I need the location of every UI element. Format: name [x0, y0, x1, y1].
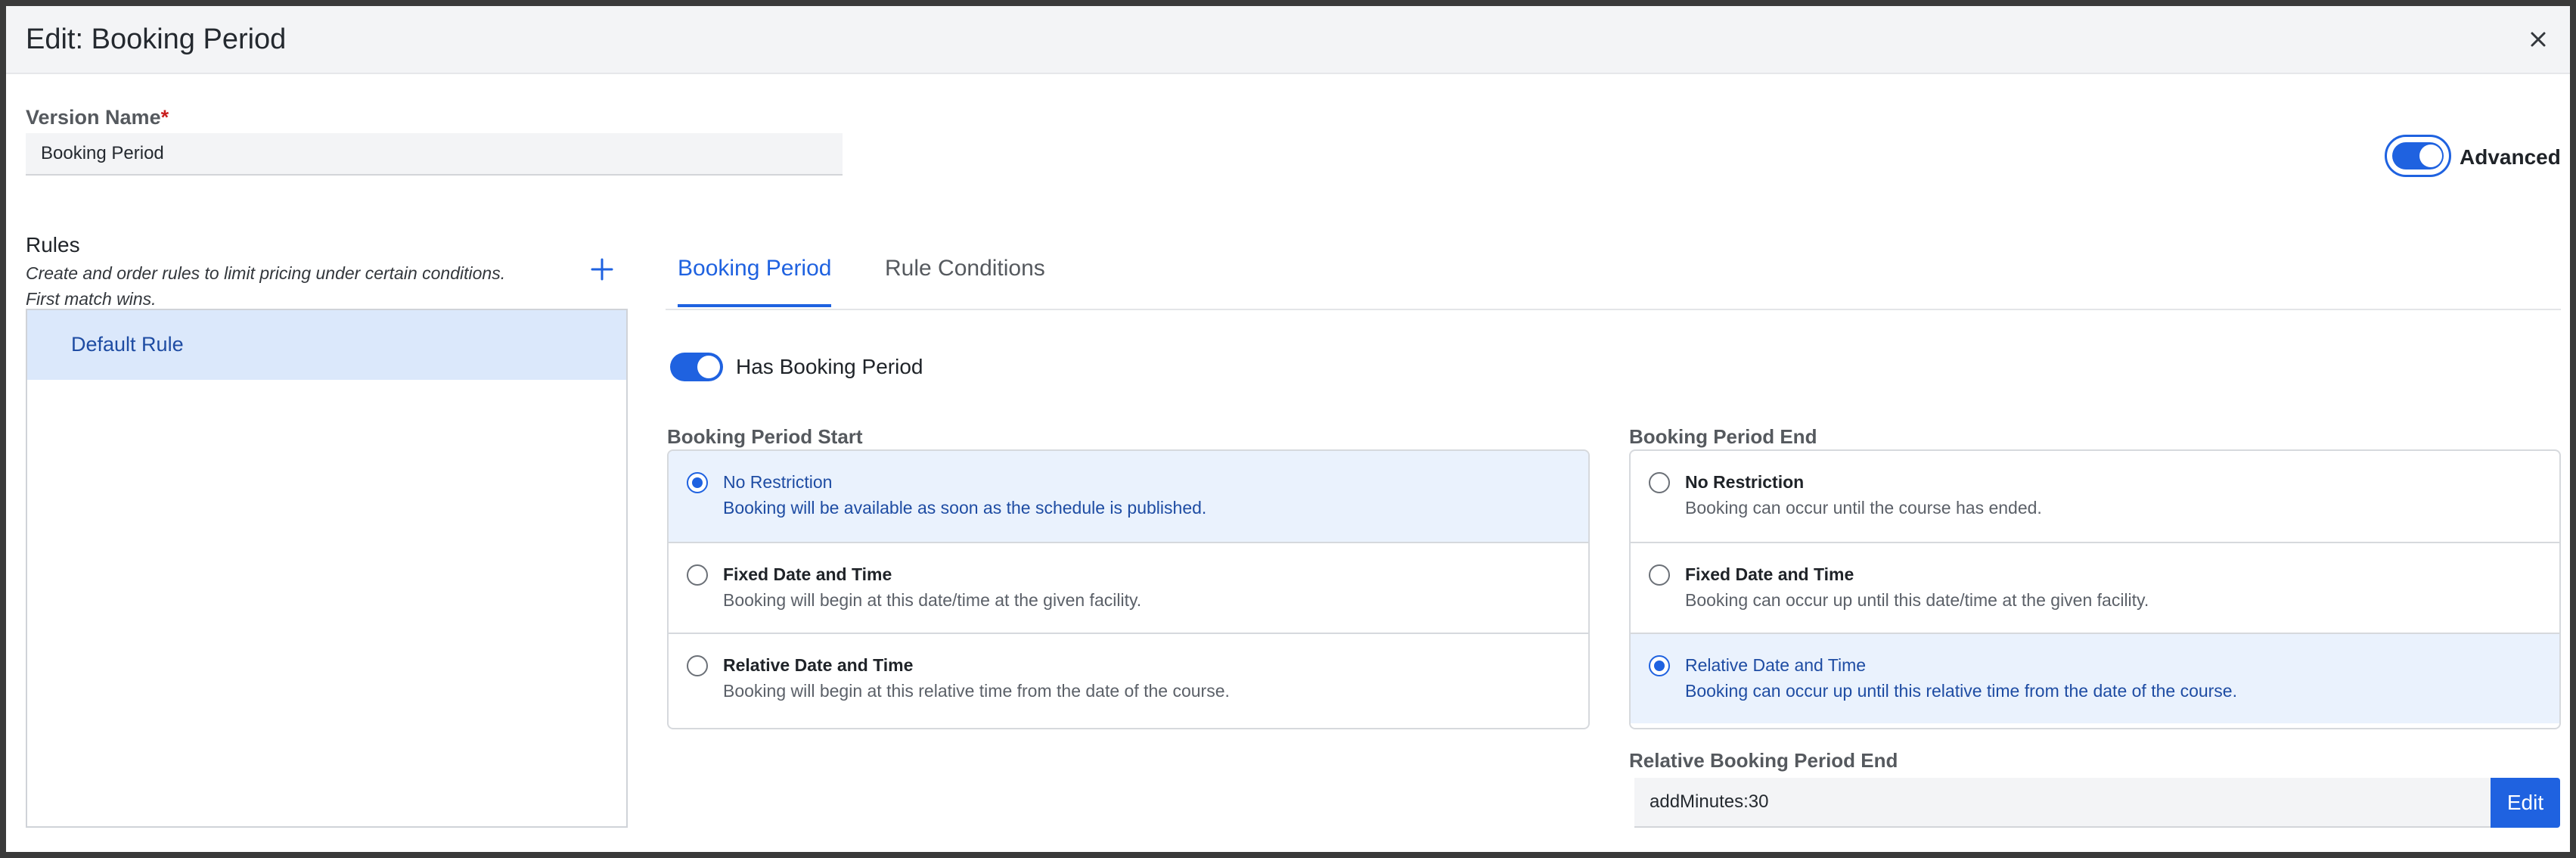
advanced-toggle[interactable] [2385, 135, 2451, 177]
start-option-no-restriction[interactable]: No Restriction Booking will be available… [669, 451, 1588, 542]
radio-selected[interactable] [687, 472, 708, 493]
has-booking-period-toggle[interactable] [670, 353, 723, 381]
option-description: Booking will begin at this relative time… [723, 681, 1230, 701]
option-title: Fixed Date and Time [723, 564, 892, 584]
rules-title: Rules [26, 233, 80, 256]
modal-header: Edit: Booking Period [6, 6, 2570, 74]
relative-end-input[interactable] [1634, 778, 2491, 828]
end-group-title: Booking Period End [1629, 425, 1817, 448]
radio-unselected[interactable] [1649, 564, 1670, 586]
radio-unselected[interactable] [1649, 472, 1670, 493]
plus-icon [591, 258, 613, 281]
start-option-relative[interactable]: Relative Date and Time Booking will begi… [669, 633, 1588, 723]
end-option-fixed[interactable]: Fixed Date and Time Booking can occur up… [1631, 542, 2559, 633]
radio-unselected[interactable] [687, 564, 708, 586]
option-title: Relative Date and Time [723, 655, 914, 675]
option-description: Booking will begin at this date/time at … [723, 590, 1142, 610]
advanced-label: Advanced [2460, 145, 2561, 169]
rules-list: Default Rule [26, 309, 628, 828]
option-title: No Restriction [1685, 472, 1805, 492]
start-group-title: Booking Period Start [667, 425, 863, 448]
option-title: No Restriction [723, 472, 833, 492]
add-rule-button[interactable] [588, 256, 616, 283]
option-description: Booking can occur up until this date/tim… [1685, 590, 2149, 610]
option-description: Booking will be available as soon as the… [723, 498, 1207, 518]
radio-unselected[interactable] [687, 655, 708, 676]
close-icon [2531, 32, 2546, 47]
rule-item-default[interactable]: Default Rule [27, 310, 626, 380]
close-button[interactable] [2523, 24, 2553, 54]
rule-item-label: Default Rule [71, 333, 184, 356]
rules-description: Create and order rules to limit pricing … [26, 263, 506, 309]
tab-bar: Booking Period Rule Conditions [666, 233, 2561, 310]
advanced-toggle-knob [2419, 145, 2442, 167]
required-mark: * [160, 106, 169, 129]
tab-rule-conditions[interactable]: Rule Conditions [885, 256, 1045, 304]
option-description: Booking can occur up until this relative… [1685, 681, 2237, 701]
radio-selected[interactable] [1649, 655, 1670, 676]
end-option-relative[interactable]: Relative Date and Time Booking can occur… [1631, 633, 2559, 723]
end-options-group: No Restriction Booking can occur until t… [1629, 449, 2561, 729]
edit-modal: Edit: Booking Period Version Name* Advan… [6, 6, 2570, 852]
option-title: Fixed Date and Time [1685, 564, 1854, 584]
has-booking-period-label: Has Booking Period [736, 355, 923, 378]
edit-button[interactable]: Edit [2491, 778, 2560, 828]
option-title: Relative Date and Time [1685, 655, 1867, 675]
start-options-group: No Restriction Booking will be available… [667, 449, 1590, 729]
has-booking-period-knob [697, 356, 720, 378]
modal-title: Edit: Booking Period [26, 23, 287, 55]
start-option-fixed[interactable]: Fixed Date and Time Booking will begin a… [669, 542, 1588, 633]
version-name-input[interactable] [26, 133, 843, 176]
end-option-no-restriction[interactable]: No Restriction Booking can occur until t… [1631, 451, 2559, 542]
relative-end-label: Relative Booking Period End [1629, 749, 1898, 772]
option-description: Booking can occur until the course has e… [1685, 498, 2042, 518]
version-name-label: Version Name* [26, 106, 169, 129]
tab-booking-period[interactable]: Booking Period [678, 256, 832, 307]
